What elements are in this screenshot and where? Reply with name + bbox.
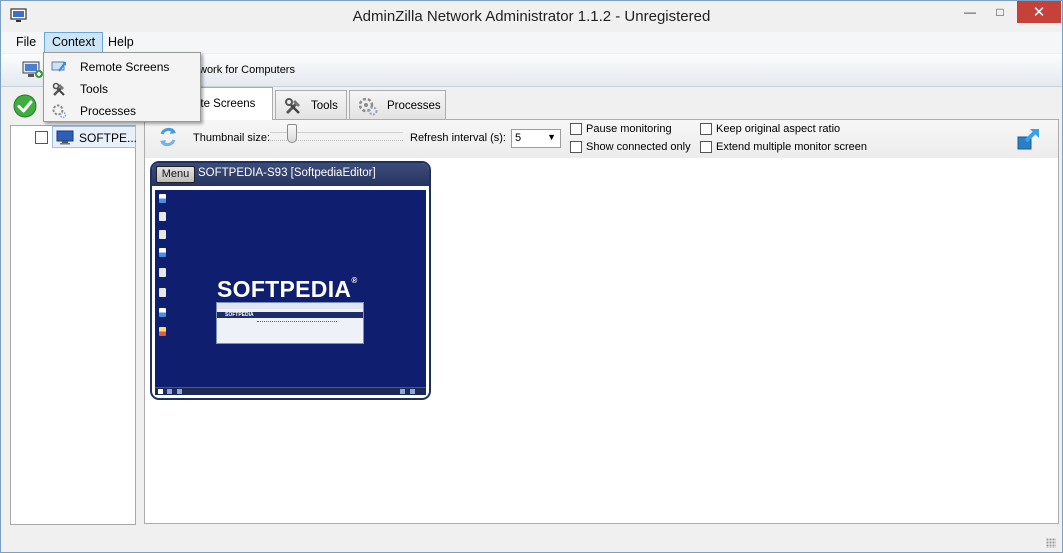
- start-icon: [158, 389, 163, 394]
- mini-window-content: [257, 321, 337, 324]
- tab-label: Tools: [311, 100, 338, 112]
- desktop-icon: [159, 212, 166, 221]
- desktop-icon: [159, 230, 166, 239]
- screen-controls: Thumbnail size: Refresh interval (s): 5 …: [145, 120, 1058, 158]
- close-button[interactable]: ✕: [1017, 1, 1061, 23]
- context-menu-processes[interactable]: Processes: [45, 100, 199, 122]
- minimize-button[interactable]: —: [955, 1, 985, 23]
- pause-monitoring-checkbox[interactable]: [570, 123, 582, 135]
- show-connected-checkbox[interactable]: [570, 141, 582, 153]
- remote-screens-panel: Thumbnail size: Refresh interval (s): 5 …: [144, 119, 1059, 524]
- menu-file[interactable]: File: [9, 32, 43, 53]
- desktop-icon: [159, 194, 166, 203]
- mini-window-titlebar: [217, 303, 363, 309]
- thumbnail-size-slider[interactable]: [287, 124, 297, 143]
- tab-label: Processes: [387, 100, 441, 112]
- context-menu-tools[interactable]: Tools: [45, 78, 199, 100]
- desktop-icon: [159, 268, 166, 277]
- window-title: AdminZilla Network Administrator 1.1.2 -…: [352, 8, 711, 25]
- refresh-interval-select[interactable]: 5 ▼: [511, 129, 561, 148]
- menu-help[interactable]: Help: [101, 32, 141, 53]
- context-menu-label: Remote Screens: [80, 60, 170, 74]
- mini-window-text: SOFTPEDIA: [225, 312, 254, 318]
- extend-monitor-checkbox[interactable]: [700, 141, 712, 153]
- thumbnail-title: SOFTPEDIA-S93 [SoftpediaEditor]: [198, 167, 376, 179]
- desktop-icon: [159, 288, 166, 297]
- keep-aspect-checkbox[interactable]: [700, 123, 712, 135]
- keep-aspect-label: Keep original aspect ratio: [716, 123, 841, 135]
- tools-icon: [283, 96, 305, 116]
- remote-taskbar: [155, 387, 426, 395]
- network-scan-icon[interactable]: [22, 60, 44, 80]
- softpedia-logo: SOFTPEDIA®: [217, 276, 358, 302]
- thumbnail-menu-button[interactable]: Menu: [156, 166, 195, 183]
- refresh-interval-label: Refresh interval (s):: [410, 132, 506, 144]
- desktop-icon: [159, 248, 166, 257]
- processes-icon: [357, 96, 379, 116]
- tray-icon: [400, 389, 405, 394]
- title-bar: AdminZilla Network Administrator 1.1.2 -…: [1, 1, 1062, 32]
- tab-tools[interactable]: Tools: [275, 90, 347, 119]
- computer-tree: SOFTPE...: [10, 125, 138, 525]
- status-bar: [1, 528, 1062, 552]
- desktop-icon: [159, 327, 166, 336]
- taskbar-item: [167, 389, 172, 394]
- extend-monitor-label: Extend multiple monitor screen: [716, 141, 868, 153]
- tools-icon: [51, 81, 67, 97]
- chevron-down-icon: ▼: [547, 132, 556, 142]
- remote-app-window: SOFTPEDIA: [216, 302, 364, 344]
- desktop-icon: [159, 308, 166, 317]
- context-menu-remote-screens[interactable]: Remote Screens: [45, 56, 199, 78]
- menu-bar: File Context Help: [1, 32, 1062, 53]
- refresh-icon[interactable]: [157, 125, 179, 149]
- context-menu-dropdown: Remote Screens Tools Processes: [43, 52, 201, 122]
- tree-node-computer[interactable]: SOFTPE...: [52, 126, 138, 148]
- resize-grip-icon[interactable]: [1046, 538, 1056, 548]
- tab-processes[interactable]: Processes: [349, 90, 446, 119]
- thumbnail-size-label: Thumbnail size:: [193, 132, 271, 144]
- scan-network-button[interactable]: work for Computers: [199, 64, 295, 76]
- computer-icon: [56, 130, 74, 145]
- tree-node-checkbox[interactable]: [35, 131, 48, 144]
- remote-screens-icon: [51, 59, 67, 75]
- processes-icon: [51, 103, 67, 119]
- show-connected-label: Show connected only: [586, 141, 691, 153]
- tree-node-label: SOFTPE...: [79, 131, 138, 145]
- pause-monitoring-label: Pause monitoring: [586, 123, 672, 135]
- remote-screen-thumbnail[interactable]: Menu SOFTPEDIA-S93 [SoftpediaEditor] SOF…: [150, 161, 431, 400]
- menu-context[interactable]: Context: [44, 32, 104, 53]
- context-menu-label: Processes: [80, 104, 137, 118]
- thumbnail-header: Menu SOFTPEDIA-S93 [SoftpediaEditor]: [152, 163, 429, 186]
- refresh-interval-value: 5: [515, 132, 522, 144]
- app-window: AdminZilla Network Administrator 1.1.2 -…: [0, 0, 1063, 553]
- tray-icon: [410, 389, 415, 394]
- remote-desktop-preview[interactable]: SOFTPEDIA® SOFTPEDIA: [155, 190, 426, 395]
- context-menu-label: Tools: [80, 82, 109, 96]
- maximize-button[interactable]: □: [985, 1, 1015, 23]
- popout-arrow-icon[interactable]: [1016, 127, 1042, 151]
- tab-label: ote Screens: [194, 98, 256, 110]
- taskbar-item: [177, 389, 182, 394]
- check-all-icon[interactable]: [13, 94, 37, 118]
